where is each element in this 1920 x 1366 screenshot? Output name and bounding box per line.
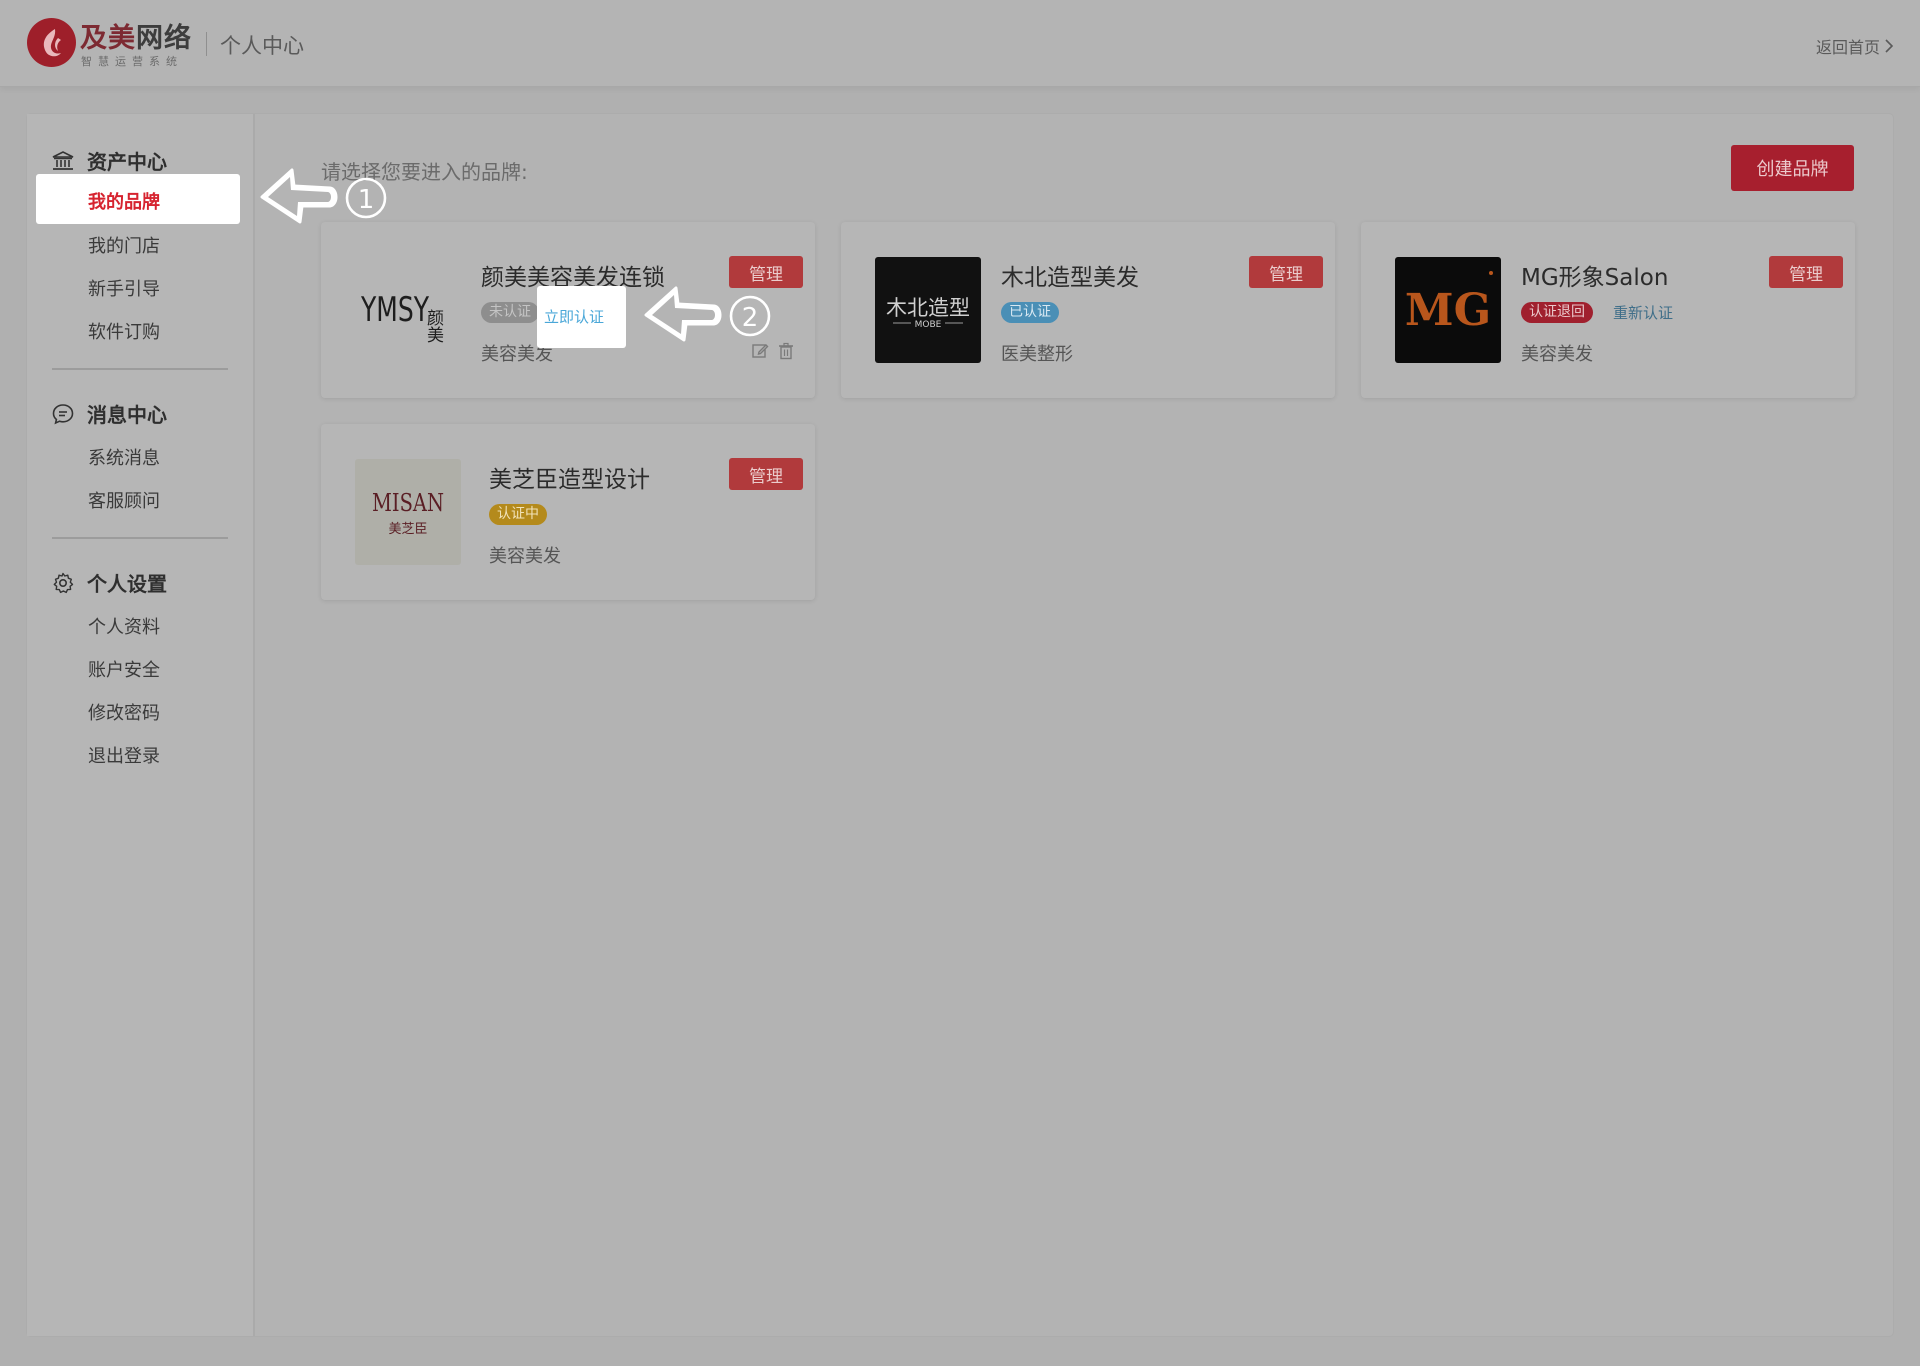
logo-icon bbox=[27, 18, 76, 67]
trash-icon[interactable] bbox=[777, 342, 795, 360]
back-home-label: 返回首页 bbox=[1815, 38, 1880, 57]
brand-industry: 美容美发 bbox=[1521, 344, 1593, 365]
manage-button[interactable]: 管理 bbox=[1769, 256, 1843, 288]
brand-card[interactable]: 木北造型 MOBE 木北造型美发 已认证 医美整形 管理 bbox=[841, 222, 1335, 398]
sidebar-item-customer-advisor[interactable]: 客服顾问 bbox=[88, 487, 160, 513]
sidebar-item-change-password[interactable]: 修改密码 bbox=[88, 699, 160, 725]
status-badge: 未认证 bbox=[481, 302, 539, 323]
sidebar-item-label: 我的品牌 bbox=[88, 192, 160, 213]
gear-icon bbox=[53, 572, 74, 593]
brand-name: 美芝臣造型设计 bbox=[489, 467, 650, 493]
svg-text:美芝臣: 美芝臣 bbox=[388, 521, 427, 537]
guide-pointer-1: 1 bbox=[260, 168, 387, 224]
manage-button[interactable]: 管理 bbox=[1249, 256, 1323, 288]
sidebar-item-my-stores[interactable]: 我的门店 bbox=[88, 232, 160, 258]
sidebar-group-settings-title: 个人设置 bbox=[87, 572, 167, 596]
svg-text:1: 1 bbox=[358, 185, 375, 215]
svg-text:MISAN: MISAN bbox=[372, 489, 444, 517]
brand-industry: 美容美发 bbox=[489, 546, 561, 567]
chat-bubble-icon bbox=[52, 403, 74, 424]
sidebar-item-system-messages[interactable]: 系统消息 bbox=[88, 444, 160, 470]
sidebar-group-messages: 消息中心 bbox=[51, 399, 167, 428]
sidebar-divider bbox=[52, 368, 228, 370]
sidebar-group-assets: 资产中心 bbox=[51, 146, 167, 175]
manage-button[interactable]: 管理 bbox=[729, 458, 803, 490]
re-certify-link[interactable]: 重新认证 bbox=[1613, 302, 1673, 323]
sidebar-group-settings: 个人设置 bbox=[51, 568, 167, 597]
svg-text:MG: MG bbox=[1405, 285, 1491, 336]
header-divider bbox=[206, 32, 207, 56]
brand-name: 木北造型美发 bbox=[1001, 265, 1139, 291]
sidebar: 资产中心 我的品牌 我的门店 新手引导 软件订购 消息中心 系统消息 客服顾问 … bbox=[27, 114, 255, 1336]
create-brand-button[interactable]: 创建品牌 bbox=[1731, 145, 1854, 191]
sidebar-item-my-brands[interactable]: 我的品牌 bbox=[36, 174, 240, 224]
sidebar-divider bbox=[52, 537, 228, 539]
sidebar-group-assets-title: 资产中心 bbox=[87, 150, 167, 174]
status-badge: 已认证 bbox=[1001, 302, 1059, 323]
status-badge: 认证退回 bbox=[1521, 302, 1593, 323]
logo-title: 及美网络 bbox=[80, 23, 192, 54]
chevron-right-icon bbox=[1885, 39, 1894, 53]
page-title: 个人中心 bbox=[220, 34, 304, 58]
content-panel: 资产中心 我的品牌 我的门店 新手引导 软件订购 消息中心 系统消息 客服顾问 … bbox=[27, 114, 1893, 1336]
verify-now-link[interactable]: 立即认证 bbox=[544, 306, 604, 327]
verify-now-highlight: 立即认证 bbox=[537, 286, 626, 348]
brand-industry: 医美整形 bbox=[1001, 344, 1073, 365]
sidebar-item-software-purchase[interactable]: 软件订购 bbox=[88, 318, 160, 344]
sidebar-item-beginner-guide[interactable]: 新手引导 bbox=[88, 275, 160, 301]
logo-subtitle: 智慧运营系统 bbox=[81, 55, 183, 68]
brand-logo: 木北造型 MOBE bbox=[875, 257, 981, 363]
guide-pointer-2: 2 bbox=[644, 286, 771, 342]
svg-text:MOBE: MOBE bbox=[915, 320, 942, 330]
sidebar-item-logout[interactable]: 退出登录 bbox=[88, 742, 160, 768]
brand-card[interactable]: MG MG形象Salon 认证退回 重新认证 美容美发 管理 bbox=[1361, 222, 1855, 398]
bank-icon bbox=[52, 150, 74, 170]
back-home-link[interactable]: 返回首页 bbox=[1816, 34, 1894, 58]
brand-logo: YMSY 颜美 bbox=[355, 257, 461, 363]
sidebar-group-messages-title: 消息中心 bbox=[87, 403, 167, 427]
svg-text:颜美: 颜美 bbox=[423, 309, 444, 343]
top-header: 及美网络 智慧运营系统 个人中心 返回首页 bbox=[0, 0, 1920, 87]
brand-card[interactable]: MISAN 美芝臣 美芝臣造型设计 认证中 美容美发 管理 bbox=[321, 424, 815, 600]
svg-text:2: 2 bbox=[742, 303, 759, 333]
svg-text:木北造型: 木北造型 bbox=[886, 296, 970, 320]
brand-logo: MISAN 美芝臣 bbox=[355, 459, 461, 565]
status-badge: 认证中 bbox=[489, 504, 547, 525]
brand-name: MG形象Salon bbox=[1521, 265, 1669, 291]
svg-text:YMSY: YMSY bbox=[360, 290, 429, 330]
sidebar-item-profile[interactable]: 个人资料 bbox=[88, 613, 160, 639]
sidebar-item-account-security[interactable]: 账户安全 bbox=[88, 656, 160, 682]
brand-logo: MG bbox=[1395, 257, 1501, 363]
